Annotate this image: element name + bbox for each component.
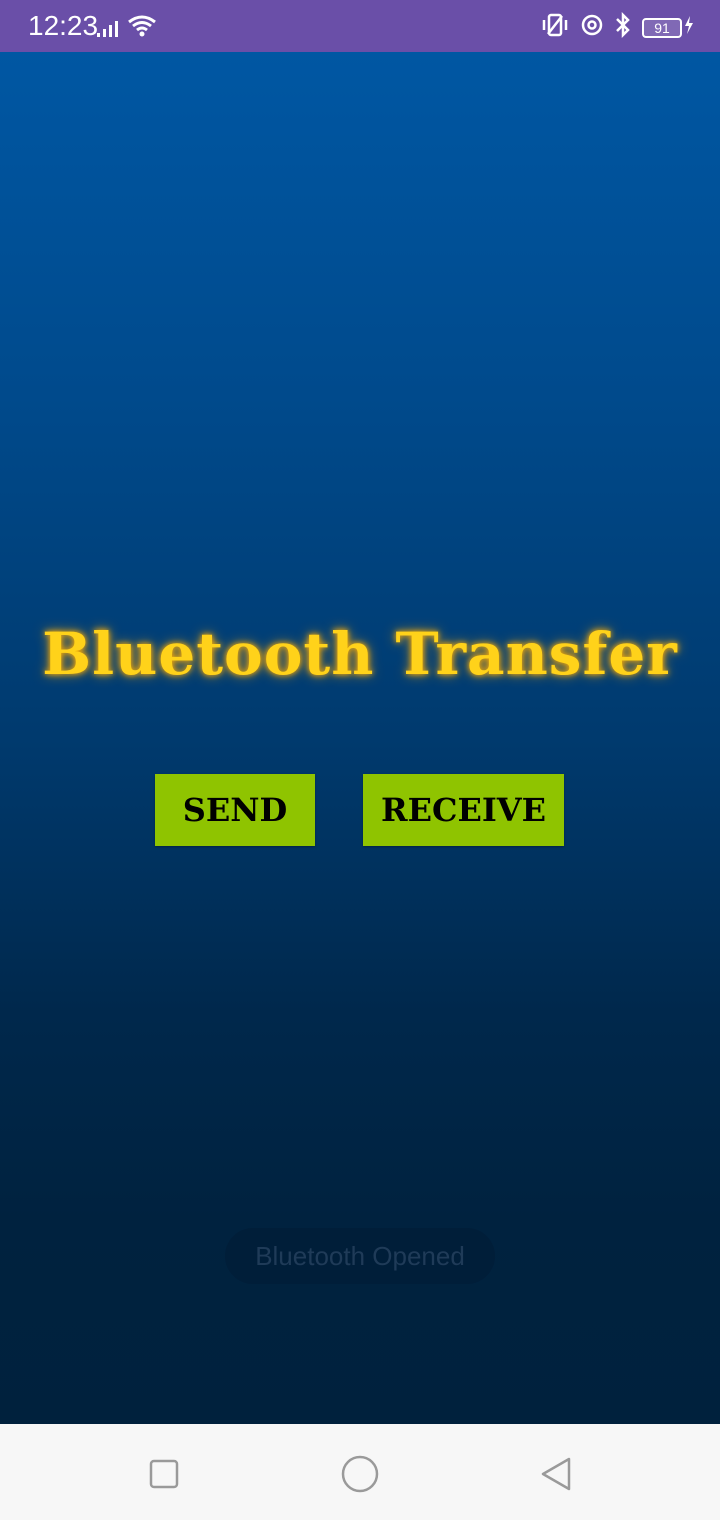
at-icon: [580, 13, 604, 42]
app-content: Bluetooth Transfer SEND RECEIVE Bluetoot…: [0, 52, 720, 1424]
status-bar: 12:23 91: [0, 0, 720, 52]
status-right-icons: 91: [540, 11, 694, 43]
back-icon[interactable]: [534, 1452, 578, 1496]
status-left-icons: [95, 14, 157, 43]
navigation-bar: [0, 1424, 720, 1520]
toast-message: Bluetooth Opened: [225, 1228, 495, 1284]
battery-level: 91: [642, 17, 682, 38]
recent-apps-icon[interactable]: [142, 1452, 186, 1496]
app-title: Bluetooth Transfer: [42, 620, 678, 688]
receive-button[interactable]: RECEIVE: [363, 774, 564, 846]
bluetooth-icon: [614, 11, 632, 43]
vibrate-icon: [540, 12, 570, 43]
phone-screen: 12:23 91 Bluetooth Transfer SEND RECEIVE…: [0, 0, 720, 1520]
charging-icon: [684, 16, 694, 39]
send-button[interactable]: SEND: [155, 774, 315, 846]
wifi-icon: [127, 14, 157, 43]
home-icon[interactable]: [338, 1452, 382, 1496]
battery-icon: 91: [642, 16, 694, 39]
status-time: 12:23: [28, 10, 99, 41]
signal-icon: [95, 18, 119, 43]
